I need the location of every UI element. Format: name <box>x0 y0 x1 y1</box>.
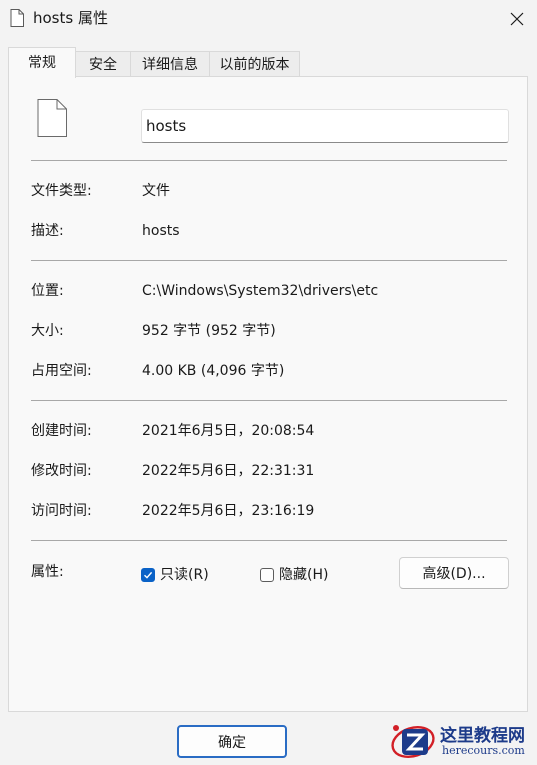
hidden-checkbox[interactable]: 隐藏(H) <box>260 564 328 586</box>
description-value: hosts <box>142 223 180 239</box>
separator <box>31 260 507 261</box>
tab-details[interactable]: 详细信息 <box>130 51 210 77</box>
separator <box>31 160 507 161</box>
tab-general[interactable]: 常规 <box>8 47 76 78</box>
readonly-label: 只读(R) <box>160 567 209 583</box>
z-logo-icon <box>391 725 435 759</box>
window-title: hosts 属性 <box>33 9 108 27</box>
file-name-input[interactable] <box>141 109 509 143</box>
file-type-value: 文件 <box>142 183 170 199</box>
advanced-button[interactable]: 高级(D)... <box>399 557 509 589</box>
created-value: 2021年6月5日，20:08:54 <box>142 423 315 439</box>
checkbox-unchecked-icon <box>260 568 274 582</box>
modified-label: 修改时间: <box>31 463 92 479</box>
watermark-url: herecours.com <box>442 744 525 757</box>
title-bar: hosts 属性 <box>0 0 537 38</box>
hidden-label: 隐藏(H) <box>279 567 329 583</box>
accessed-value: 2022年5月6日，23:16:19 <box>142 503 315 519</box>
tab-security[interactable]: 安全 <box>75 51 131 77</box>
tab-previous-versions[interactable]: 以前的版本 <box>209 51 300 77</box>
size-on-disk-value: 4.00 KB (4,096 字节) <box>142 363 285 379</box>
tab-general-label: 常规 <box>28 55 56 71</box>
description-label: 描述: <box>31 223 64 239</box>
size-on-disk-label: 占用空间: <box>31 363 92 379</box>
checkmark-icon <box>144 571 153 579</box>
size-value: 952 字节 (952 字节) <box>142 323 276 339</box>
separator <box>31 400 507 401</box>
created-label: 创建时间: <box>31 423 92 439</box>
file-icon <box>10 9 24 27</box>
checkbox-checked-icon <box>141 568 155 582</box>
tab-security-label: 安全 <box>89 57 117 73</box>
watermark: 这里教程网 herecours.com <box>388 718 537 765</box>
location-value: C:\Windows\System32\drivers\etc <box>142 283 379 299</box>
close-icon <box>510 12 524 26</box>
close-button[interactable] <box>497 0 537 38</box>
watermark-name: 这里教程网 <box>440 726 525 746</box>
modified-value: 2022年5月6日，22:31:31 <box>142 463 315 479</box>
accessed-label: 访问时间: <box>31 503 92 519</box>
file-type-icon <box>37 99 67 137</box>
size-label: 大小: <box>31 323 64 339</box>
readonly-checkbox[interactable]: 只读(R) <box>141 564 209 586</box>
tab-details-label: 详细信息 <box>142 57 198 73</box>
ok-button[interactable]: 确定 <box>177 725 287 758</box>
separator <box>31 540 507 541</box>
location-label: 位置: <box>31 283 64 299</box>
tab-previous-versions-label: 以前的版本 <box>219 57 290 73</box>
general-panel: 文件类型: 文件 描述: hosts 位置: C:\Windows\System… <box>8 76 528 712</box>
file-type-label: 文件类型: <box>31 183 92 199</box>
attributes-label: 属性: <box>31 564 64 580</box>
